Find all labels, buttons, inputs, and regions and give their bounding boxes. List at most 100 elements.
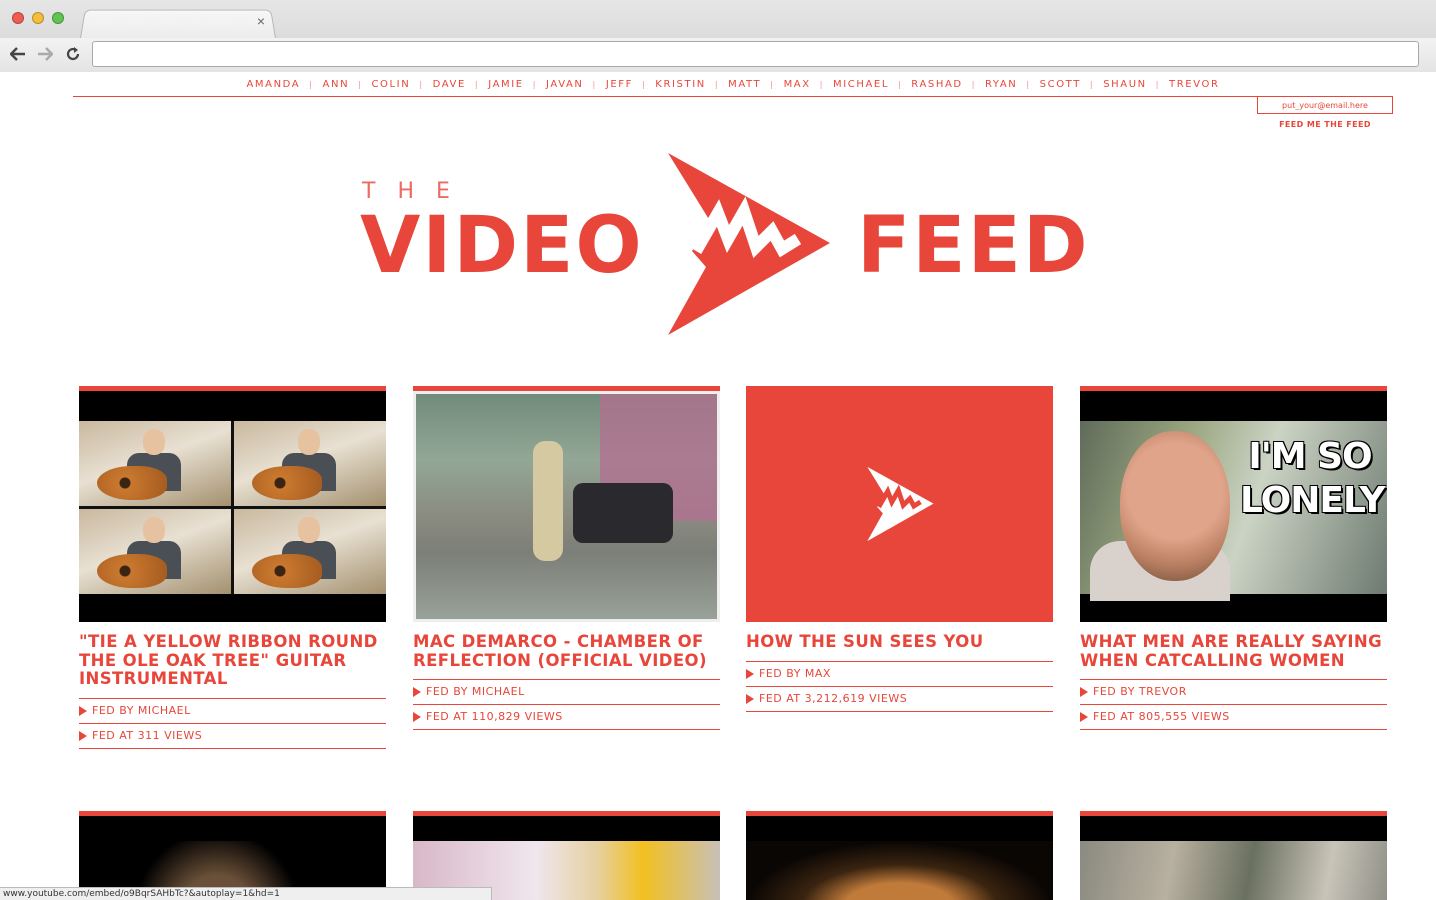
nav-item-label[interactable]: ANN [314, 79, 359, 90]
fed-by-label: FED BY MICHAEL [426, 685, 525, 698]
nav-separator: | [714, 80, 720, 89]
nav-separator: | [358, 80, 363, 89]
nav-separator: | [419, 80, 424, 89]
video-thumbnail[interactable] [1080, 816, 1387, 900]
video-title[interactable]: "TIE A YELLOW RIBBON ROUND THE OLE OAK T… [79, 632, 386, 699]
video-card[interactable]: MAC DEMARCO - CHAMBER OF REFLECTION (OFF… [413, 386, 720, 730]
fed-by: FED BY TREVOR [1080, 680, 1387, 705]
video-thumbnail[interactable] [746, 816, 1053, 900]
nav-item-ann[interactable]: | ANN [309, 79, 358, 90]
nav-item-label[interactable]: AMANDA [237, 79, 309, 90]
address-bar[interactable] [92, 41, 1419, 67]
nav-item-label[interactable]: SHAUN [1094, 79, 1156, 90]
fed-by-label: FED BY MAX [759, 666, 831, 680]
video-card[interactable] [1080, 811, 1387, 900]
logo-feed: FEED [857, 201, 1090, 291]
thumbnail-caption: I'M SO LONELY [1240, 436, 1385, 521]
fed-at-label: FED AT 3,212,619 VIEWS [759, 691, 908, 705]
nav-item-jamie[interactable]: | JAMIE [475, 79, 533, 90]
nav-item-rashad[interactable]: | RASHAD [898, 79, 972, 90]
nav-item-kristin[interactable]: | KRISTIN [642, 79, 715, 90]
video-card[interactable] [413, 811, 720, 900]
nav-separator: | [592, 80, 597, 89]
nav-item-label[interactable]: RASHAD [902, 79, 971, 90]
guitar-grid-image [79, 421, 386, 594]
browser-tab[interactable] [80, 9, 276, 38]
video-card[interactable] [746, 811, 1053, 900]
nav-item-shaun[interactable]: | SHAUN [1090, 79, 1156, 90]
nav-item-label[interactable]: JAMIE [479, 79, 533, 90]
nav-item-michael[interactable]: | MICHAEL [820, 79, 898, 90]
nav-item-label[interactable]: MATT [719, 79, 770, 90]
play-triangle-icon [746, 668, 754, 679]
video-card[interactable]: "TIE A YELLOW RIBBON ROUND THE OLE OAK T… [79, 386, 386, 749]
nav-item-label[interactable]: RYAN [976, 79, 1026, 90]
video-thumbnail[interactable] [413, 391, 720, 622]
video-card[interactable]: HOW THE SUN SEES YOU FED BY MAX FED AT 3… [746, 386, 1053, 712]
page-content: AMANDA | ANN | COLIN | DAVE | JAMIE | JAVAN | JEFF | K… [0, 73, 1436, 900]
play-triangle-icon [1080, 687, 1088, 697]
nav-item-jeff[interactable]: | JEFF [593, 79, 642, 90]
minimize-window-button[interactable] [32, 12, 44, 24]
video-thumbnail[interactable] [746, 386, 1053, 622]
fed-by: FED BY MAX [746, 662, 1053, 687]
video-card[interactable] [79, 811, 386, 900]
fed-at-label: FED AT 110,829 VIEWS [426, 710, 563, 723]
close-window-button[interactable] [12, 12, 24, 24]
play-triangle-icon [413, 687, 421, 697]
play-triangle-icon [79, 705, 87, 716]
nav-separator: | [641, 80, 647, 89]
video-thumbnail[interactable] [79, 391, 386, 622]
back-arrow-icon [10, 47, 25, 61]
feed-me-button[interactable]: FEED ME THE FEED [1257, 120, 1393, 129]
fed-by: FED BY MICHAEL [79, 699, 386, 724]
video-title[interactable]: MAC DEMARCO - CHAMBER OF REFLECTION (OFF… [413, 632, 720, 680]
nav-item-javan[interactable]: | JAVAN [533, 79, 593, 90]
nav-item-label[interactable]: DAVE [424, 79, 475, 90]
nav-item-ryan[interactable]: | RYAN [972, 79, 1027, 90]
fed-by-label: FED BY TREVOR [1093, 685, 1187, 698]
play-triangle-icon [79, 730, 87, 741]
fed-at: FED AT 3,212,619 VIEWS [746, 687, 1053, 712]
nav-item-colin[interactable]: | COLIN [358, 79, 419, 90]
nav-item-label[interactable]: COLIN [362, 79, 419, 90]
video-title[interactable]: WHAT MEN ARE REALLY SAYING WHEN CATCALLI… [1080, 632, 1387, 680]
email-field-wrapper [1257, 96, 1393, 114]
people-nav: AMANDA | ANN | COLIN | DAVE | JAMIE | JAVAN | JEFF | K… [73, 73, 1393, 97]
video-title[interactable]: HOW THE SUN SEES YOU [746, 632, 1053, 662]
fed-at: FED AT 805,555 VIEWS [1080, 705, 1387, 730]
nav-separator: | [898, 80, 903, 89]
nav-item-trevor[interactable]: | TREVOR [1156, 79, 1229, 90]
nav-separator: | [971, 80, 976, 89]
nav-item-label[interactable]: MAX [775, 79, 820, 90]
nav-item-dave[interactable]: | DAVE [419, 79, 475, 90]
email-field[interactable] [1260, 100, 1390, 110]
reload-button[interactable] [63, 44, 83, 64]
nav-item-max[interactable]: | MAX [770, 79, 819, 90]
nav-item-label[interactable]: JAVAN [537, 79, 593, 90]
forward-arrow-icon [38, 47, 53, 61]
play-triangle-icon [413, 712, 421, 722]
reload-icon [66, 47, 80, 61]
nav-item-label[interactable]: MICHAEL [824, 79, 898, 90]
video-thumbnail[interactable]: I'M SO LONELY [1080, 391, 1387, 622]
nav-separator: | [1089, 80, 1095, 89]
nav-item-label[interactable]: JEFF [597, 79, 642, 90]
video-card[interactable]: I'M SO LONELY WHAT MEN ARE REALLY SAYING… [1080, 386, 1387, 730]
site-logo[interactable]: THE VIDEO FEED [360, 151, 1088, 341]
back-button[interactable] [8, 44, 28, 64]
nav-item-label[interactable]: SCOTT [1031, 79, 1090, 90]
fed-at-label: FED AT 805,555 VIEWS [1093, 710, 1230, 723]
nav-item-label[interactable]: TREVOR [1160, 79, 1228, 90]
play-triangle-icon [746, 693, 754, 704]
forward-button[interactable] [35, 44, 55, 64]
nav-item-matt[interactable]: | MATT [715, 79, 770, 90]
lonely-man-image: I'M SO LONELY [1080, 421, 1387, 601]
zoom-window-button[interactable] [52, 12, 64, 24]
nav-separator: | [1026, 80, 1031, 89]
status-bar-url: www.youtube.com/embed/o9BqrSAHbTc?&autop… [0, 887, 492, 900]
nav-item-label[interactable]: KRISTIN [646, 79, 715, 90]
nav-item-amanda[interactable]: AMANDA [237, 79, 309, 90]
tab-close-icon[interactable]: × [254, 14, 268, 28]
nav-item-scott[interactable]: | SCOTT [1026, 79, 1090, 90]
